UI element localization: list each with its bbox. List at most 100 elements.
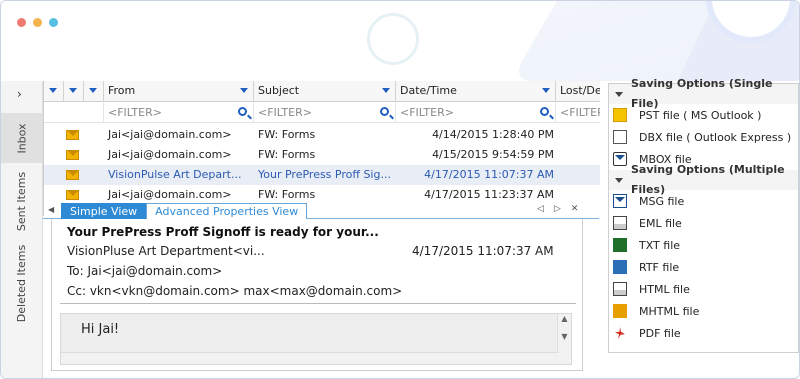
folder-sidebar: › Inbox Sent Items Deleted Items (1, 81, 43, 378)
prev-tab-icon[interactable]: ◁ (537, 204, 544, 214)
filter-placeholder: <FILTER> (560, 106, 600, 119)
row-from: Jai<jai@domain.com> (108, 148, 232, 161)
message-grid: From Subject Date/Time Lost/De <FILTER> … (43, 81, 600, 216)
preview-subject: Your PrePress Proff Signoff is ready for… (67, 225, 379, 239)
row-subject: FW: Forms (258, 128, 316, 141)
search-icon[interactable] (540, 107, 549, 116)
table-row[interactable]: Jai<jai@domain.com> FW: Forms 4/17/2015 … (44, 185, 600, 205)
save-option-label: MHTML file (639, 304, 700, 318)
dropdown-arrow-icon (69, 88, 77, 93)
save-txt-option[interactable]: TXT file (609, 234, 798, 256)
save-rtf-option[interactable]: RTF file (609, 256, 798, 278)
collapse-icon (615, 91, 623, 97)
dropdown-arrow-icon (49, 88, 57, 93)
minimize-window-button[interactable] (33, 18, 42, 27)
preview-from: VisionPluse Art Department<vi... (67, 244, 265, 258)
save-html-option[interactable]: HTML file (609, 278, 798, 300)
txt-icon (613, 238, 627, 252)
next-tab-icon[interactable]: ▷ (554, 204, 561, 214)
envelope-icon (66, 190, 79, 200)
row-from: Jai<jai@domain.com> (108, 188, 232, 201)
table-row[interactable]: Jai<jai@domain.com> FW: Forms 4/15/2015 … (44, 145, 600, 165)
dropdown-arrow-icon (89, 88, 97, 93)
save-option-label: HTML file (639, 282, 690, 296)
dbx-icon (613, 130, 627, 144)
maximize-window-button[interactable] (49, 18, 58, 27)
save-option-label: PST file ( MS Outlook ) (639, 108, 762, 122)
save-option-label: TXT file (639, 238, 681, 252)
column-subject[interactable]: Subject (254, 81, 396, 102)
save-option-label: DBX file ( Outlook Express ) (639, 130, 792, 144)
filter-placeholder: <FILTER> (108, 106, 162, 119)
save-pdf-option[interactable]: PDF file (609, 322, 798, 344)
search-icon[interactable] (380, 107, 389, 116)
header-decoration (367, 13, 419, 65)
dropdown-arrow-icon (542, 88, 550, 93)
tab-sent-items[interactable]: Sent Items (1, 169, 43, 233)
column-menu-3[interactable] (84, 81, 104, 102)
window-controls (17, 18, 58, 27)
save-option-label: RTF file (639, 260, 680, 274)
table-row-selected[interactable]: VisionPulse Art Depart... Your PrePress … (44, 165, 600, 185)
message-body[interactable]: Hi Jai! ▲ ▼ (60, 313, 572, 365)
close-window-button[interactable] (17, 18, 26, 27)
saving-multi-header[interactable]: Saving Options (Multiple Files) (609, 163, 798, 196)
row-from: VisionPulse Art Depart... (108, 168, 242, 181)
tab-inbox[interactable]: Inbox (1, 113, 43, 163)
column-datetime-label: Date/Time (400, 84, 457, 97)
tab-deleted-items-label: Deleted Items (15, 244, 29, 322)
envelope-icon (66, 170, 79, 180)
column-menu-2[interactable] (64, 81, 84, 102)
message-body-text: Hi Jai! (81, 322, 120, 337)
column-from-label: From (108, 84, 136, 97)
filter-from-input[interactable]: <FILTER> (104, 103, 254, 123)
saving-single-header[interactable]: Saving Options (Single File) (609, 77, 798, 110)
tab-simple-view[interactable]: Simple View (61, 203, 147, 219)
column-datetime[interactable]: Date/Time (396, 81, 556, 102)
filter-placeholder: <FILTER> (400, 106, 454, 119)
tab-deleted-items[interactable]: Deleted Items (1, 243, 43, 323)
view-tabs: Simple View Advanced Properties View (61, 203, 308, 219)
dropdown-arrow-icon (382, 88, 390, 93)
column-menu-1[interactable] (44, 81, 64, 102)
filter-spacer (44, 103, 104, 123)
tab-inbox-label: Inbox (15, 122, 29, 154)
save-option-label: EML file (639, 216, 682, 230)
rtf-icon (613, 260, 627, 274)
search-icon[interactable] (238, 107, 247, 116)
tab-advanced-properties-view[interactable]: Advanced Properties View (146, 203, 308, 219)
title-bar (1, 1, 799, 81)
column-from[interactable]: From (104, 81, 254, 102)
tab-nav-arrows: ◁ ▷ ✕ (537, 204, 578, 214)
scroll-left-icon[interactable]: ◀ (48, 205, 54, 214)
save-dbx-option[interactable]: DBX file ( Outlook Express ) (609, 126, 798, 148)
column-subject-label: Subject (258, 84, 300, 97)
expand-sidebar-icon[interactable]: › (17, 87, 22, 101)
row-subject: FW: Forms (258, 188, 316, 201)
save-mhtml-option[interactable]: MHTML file (609, 300, 798, 322)
pdf-icon (613, 326, 627, 340)
row-date: 4/15/2015 9:54:59 PM (432, 148, 554, 161)
save-option-label: PDF file (639, 326, 681, 340)
row-subject: FW: Forms (258, 148, 316, 161)
body-vertical-scrollbar[interactable]: ▲ ▼ (557, 314, 571, 364)
mhtml-icon (613, 304, 627, 318)
message-preview: Your PrePress Proff Signoff is ready for… (51, 219, 583, 371)
filter-lost-input[interactable]: <FILTER> (556, 103, 600, 123)
close-tab-icon[interactable]: ✕ (571, 204, 579, 214)
app-window: › Inbox Sent Items Deleted Items From Su… (0, 0, 800, 379)
collapse-icon (615, 177, 623, 183)
filter-datetime-input[interactable]: <FILTER> (396, 103, 556, 123)
row-date: 4/14/2015 1:28:40 PM (432, 128, 554, 141)
html-icon (613, 282, 627, 296)
save-option-label: MSG file (639, 194, 685, 208)
msg-icon (613, 194, 627, 208)
preview-to: To: Jai<jai@domain.com> (67, 264, 223, 278)
eml-icon (613, 216, 627, 230)
filter-subject-input[interactable]: <FILTER> (254, 103, 396, 123)
save-eml-option[interactable]: EML file (609, 212, 798, 234)
mbox-icon (613, 152, 627, 166)
column-lost[interactable]: Lost/De (556, 81, 600, 102)
table-row[interactable]: Jai<jai@domain.com> FW: Forms 4/14/2015 … (44, 125, 600, 145)
body-horizontal-scrollbar[interactable] (61, 352, 559, 364)
